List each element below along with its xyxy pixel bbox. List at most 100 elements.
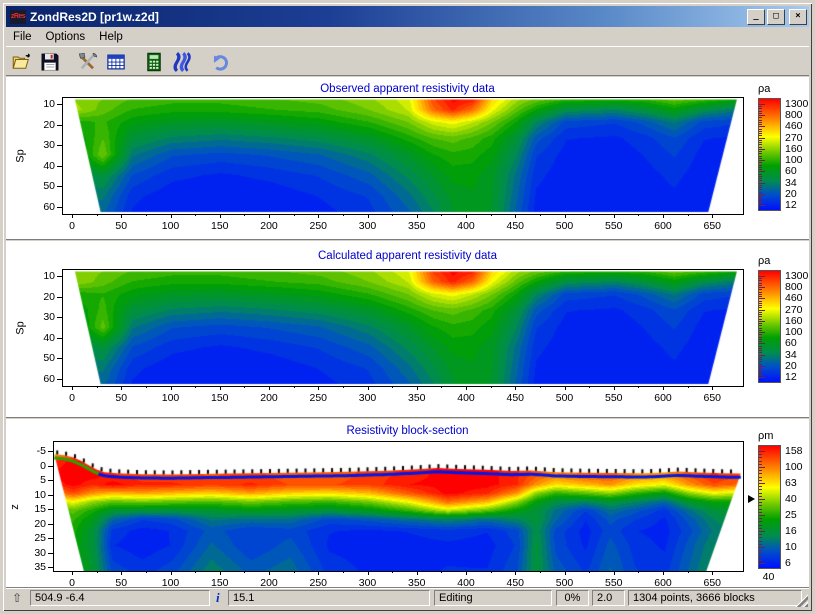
colorbar-tick [759,451,765,452]
colorbar-minor-tick [759,294,762,295]
colorbar-minor-tick [759,550,762,551]
x-axis-minor-tick [97,571,98,573]
x-axis-tick-label: 50 [115,392,127,404]
save-floppy-icon [40,52,60,72]
x-axis-minor-tick [146,386,147,388]
pseudosection-canvas[interactable] [54,442,743,571]
y-axis-tick-label: -5 [16,445,46,457]
colorbar-tick [759,547,765,548]
colorbar-tick [759,531,765,532]
colorbar-tick-label: 25 [785,509,797,521]
x-axis-tick [368,571,369,575]
x-axis-tick-label: 500 [556,220,574,232]
colorbar-minor-tick [759,303,762,304]
x-axis-tick [663,386,664,390]
title-bar[interactable]: zRes ZondRes2D [pr1w.z2d] _ □ × [6,6,809,27]
y-axis-tick [48,538,53,539]
x-axis-tick-label: 400 [457,392,475,404]
colorbar-tick-label: 1300 [785,270,808,282]
colorbar-tick [759,483,765,484]
y-axis-tick-label: 60 [25,373,55,385]
colorbar-minor-tick [759,521,762,522]
colorbar-minor-tick [759,496,762,497]
pseudosection-canvas[interactable] [63,270,743,386]
colorbar-minor-tick [759,140,762,141]
app-window: zRes ZondRes2D [pr1w.z2d] _ □ × File Opt… [0,0,815,614]
x-axis-tick [417,571,418,575]
colorbar-minor-tick [759,169,762,170]
y-axis-tick-label: 25 [16,532,46,544]
colorbar-tick-label: 63 [785,477,797,489]
colorbar-minor-tick [759,328,762,329]
colorbar-minor-tick [759,278,762,279]
undo-icon [210,52,230,72]
x-axis-minor-tick [540,571,541,573]
inversion-button[interactable] [142,50,166,74]
plot-area-panel2[interactable] [62,269,744,387]
y-axis-tick [57,125,62,126]
x-axis-minor-tick [97,214,98,216]
menu-file[interactable]: File [6,29,39,45]
y-axis-tick [48,451,53,452]
colorbar-minor-tick [759,352,762,353]
y-axis-tick-label: 50 [25,352,55,364]
colorbar-minor-tick [759,158,762,159]
x-axis-tick [121,214,122,218]
pseudosection-canvas[interactable] [63,98,743,214]
level-marker-arrow [748,495,755,503]
y-axis-tick-label: 20 [25,291,55,303]
x-axis-tick-label: 250 [309,220,327,232]
x-axis-minor-tick [392,214,393,216]
resize-grip[interactable] [795,594,808,607]
status-mode: Editing [434,590,552,606]
x-axis-minor-tick [146,214,147,216]
colorbar-tick [759,287,765,288]
colorbar-tick [759,332,765,333]
x-axis-tick [121,386,122,390]
colorbar-minor-tick [759,285,762,286]
menu-help[interactable]: Help [92,29,130,45]
x-axis-tick [171,571,172,575]
colorbar-minor-tick [759,176,762,177]
colorbar-minor-tick [759,364,762,365]
colorbar-minor-tick [759,113,762,114]
colorbar-minor-tick [759,357,762,358]
colorbar-minor-tick [759,470,762,471]
undo-button[interactable] [208,50,232,74]
x-axis-tick-label: 100 [162,392,180,404]
model-options-button[interactable] [170,50,194,74]
x-axis-tick-label: 650 [703,392,721,404]
setup-button[interactable] [76,50,100,74]
x-axis-tick [417,386,418,390]
y-axis-tick [48,466,53,467]
maximize-button[interactable]: □ [767,9,785,25]
colorbar-minor-tick [759,198,762,199]
data-table-icon [106,52,126,72]
x-axis-tick [614,214,615,218]
plot-area-panel3[interactable] [53,441,744,572]
colorbar-tick-label: 12 [785,199,797,211]
minimize-button[interactable]: _ [747,9,765,25]
x-axis-minor-tick [441,571,442,573]
x-axis-tick [614,386,615,390]
menu-options[interactable]: Options [39,29,93,45]
colorbar-tick-label: 60 [785,337,797,349]
colorbar-minor-tick [759,477,762,478]
x-axis-tick [220,386,221,390]
status-scale: 2.0 [592,590,625,606]
close-button[interactable]: × [789,9,807,25]
colorbar-minor-tick [759,167,762,168]
cursor-arrow-icon: ⇧ [12,591,22,605]
open-file-button[interactable] [10,50,34,74]
data-table-button[interactable] [104,50,128,74]
x-axis-tick-label: 400 [457,220,475,232]
x-axis-tick [515,571,516,575]
colorbar-tick-label: 160 [785,315,803,327]
colorbar-minor-tick [759,518,762,519]
save-file-button[interactable] [38,50,62,74]
colorbar-minor-tick [759,505,762,506]
colorbar-tick-label: 20 [785,188,797,200]
colorbar-minor-tick [759,341,762,342]
plot-area-panel1[interactable] [62,97,744,215]
status-progress: 0% [556,590,589,606]
